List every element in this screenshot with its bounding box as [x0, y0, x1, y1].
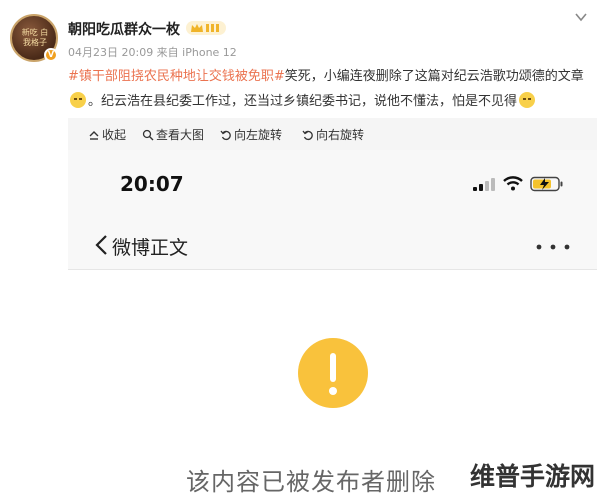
- weibo-post: 新吃 白我格子 V 朝阳吃瓜群众一枚 04月23日 20:09 来自 iPhon…: [0, 0, 597, 500]
- rotate-left-icon: [220, 130, 231, 140]
- laugh-cry-emoji-icon: [70, 92, 86, 108]
- site-watermark: 维普手游网: [470, 462, 596, 491]
- phone-nav-bar: 微博正文: [68, 222, 597, 270]
- more-options-icon[interactable]: [536, 244, 570, 250]
- deleted-message: 该内容已被发布者删除: [186, 468, 436, 496]
- wifi-icon: [503, 176, 523, 191]
- image-toolbar: 收起 查看大图 向左旋转 向右旋转: [68, 118, 597, 150]
- view-large-label: 查看大图: [156, 128, 205, 142]
- laugh-cry-emoji-icon: [519, 92, 536, 108]
- avatar-text: 新吃 白我格子: [21, 28, 49, 47]
- search-icon: [142, 129, 154, 140]
- rotate-right-icon: [302, 130, 313, 140]
- chevron-down-icon[interactable]: [574, 10, 588, 24]
- embedded-screenshot[interactable]: 20:07 微博正文 该内容已被发布者删除: [68, 150, 597, 500]
- collapse-button[interactable]: 收起: [88, 126, 126, 143]
- rotate-right-label: 向右旋转: [316, 128, 365, 142]
- collapse-icon: [89, 130, 99, 140]
- collapse-label: 收起: [102, 128, 127, 142]
- battery-charging-icon: [530, 176, 563, 192]
- phone-nav-title: 微博正文: [112, 237, 189, 259]
- rotate-left-button[interactable]: 向左旋转: [220, 126, 282, 143]
- phone-status-bar: 20:07: [68, 150, 597, 222]
- phone-time: 20:07: [120, 172, 184, 196]
- signal-icon: [473, 178, 495, 191]
- post-text-part2: 。纪云浩在县纪委工作过，还当过乡镇纪委书记，说他不懂法，怕是不见得: [88, 94, 518, 109]
- rotate-left-label: 向左旋转: [234, 128, 283, 142]
- crown-badge-icon[interactable]: [186, 20, 226, 36]
- view-large-button[interactable]: 查看大图: [142, 126, 204, 143]
- hashtag-link[interactable]: #镇干部阻挠农民种地让交钱被免职#: [68, 69, 285, 84]
- verified-badge-icon: V: [44, 48, 58, 62]
- username[interactable]: 朝阳吃瓜群众一枚: [68, 19, 180, 39]
- rotate-right-button[interactable]: 向右旋转: [302, 126, 364, 143]
- exclamation-alert-icon: [298, 338, 368, 408]
- post-text: #镇干部阻挠农民种地让交钱被免职#笑死，小编连夜删除了这篇对纪云浩歌功颂德的文章…: [68, 64, 588, 114]
- back-arrow-icon[interactable]: [94, 234, 108, 256]
- post-meta: 04月23日 20:09 来自 iPhone 12: [68, 46, 237, 59]
- post-text-part1: 笑死，小编连夜删除了这篇对纪云浩歌功颂德的文章: [284, 69, 584, 84]
